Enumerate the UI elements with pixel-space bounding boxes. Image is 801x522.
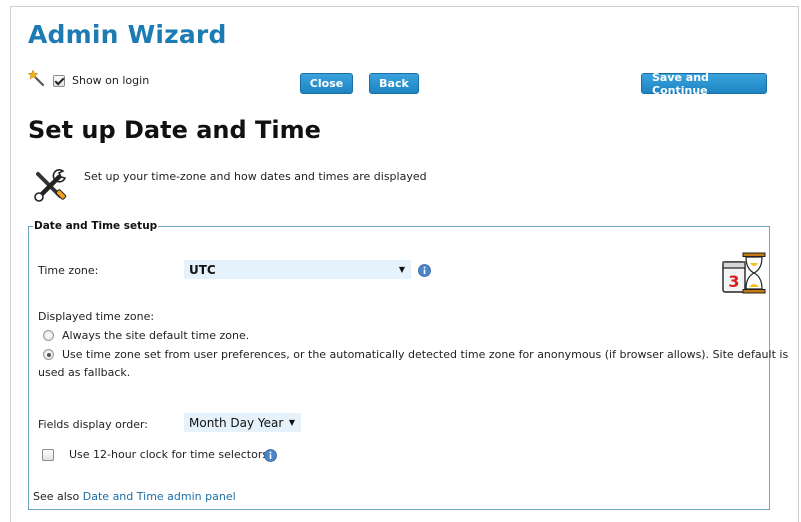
page-description: Set up your time-zone and how dates and … bbox=[84, 170, 427, 183]
clock-12h-label: Use 12-hour clock for time selectors bbox=[69, 448, 269, 461]
save-continue-button[interactable]: Save and Continue bbox=[641, 71, 767, 97]
info-icon[interactable] bbox=[264, 449, 277, 462]
see-also-prefix: See also bbox=[33, 490, 80, 503]
radio-user-pref-label-cont: used as fallback. bbox=[38, 366, 131, 379]
chevron-down-icon: ▼ bbox=[288, 418, 295, 427]
displayed-tz-label: Displayed time zone: bbox=[38, 310, 155, 323]
see-also: See also Date and Time admin panel bbox=[33, 490, 236, 503]
show-on-login[interactable]: Show on login bbox=[53, 74, 149, 87]
show-on-login-label: Show on login bbox=[72, 74, 150, 87]
timezone-value: UTC bbox=[189, 262, 216, 277]
clock-12h[interactable]: Use 12-hour clock for time selectors bbox=[42, 448, 268, 461]
wrench-screwdriver-icon bbox=[34, 169, 67, 202]
clock-12h-checkbox[interactable] bbox=[42, 448, 54, 461]
back-button[interactable]: Back bbox=[369, 73, 419, 94]
radio-site-default-button[interactable] bbox=[43, 330, 54, 341]
timezone-select[interactable]: UTC ▼ bbox=[184, 260, 411, 279]
fields-order-label: Fields display order: bbox=[38, 418, 149, 431]
page-title: Set up Date and Time bbox=[28, 116, 321, 144]
radio-user-pref-label: Use time zone set from user preferences,… bbox=[62, 348, 789, 361]
fields-order-value: Month Day Year bbox=[189, 415, 284, 430]
radio-site-default-label: Always the site default time zone. bbox=[62, 329, 250, 342]
calendar-day: 3 bbox=[728, 272, 739, 291]
magic-wand-icon bbox=[28, 70, 45, 87]
timezone-label: Time zone: bbox=[38, 264, 99, 277]
info-icon[interactable] bbox=[418, 264, 431, 277]
fieldset-legend: Date and Time setup bbox=[34, 220, 158, 232]
date-time-admin-link[interactable]: Date and Time admin panel bbox=[83, 490, 236, 503]
radio-user-pref[interactable]: Use time zone set from user preferences,… bbox=[43, 348, 788, 361]
show-on-login-checkbox[interactable] bbox=[53, 74, 65, 87]
fields-order-select[interactable]: Month Day Year ▼ bbox=[184, 413, 301, 432]
radio-site-default[interactable]: Always the site default time zone. bbox=[43, 329, 249, 342]
chevron-down-icon: ▼ bbox=[398, 265, 405, 274]
wizard-title: Admin Wizard bbox=[28, 20, 227, 49]
radio-user-pref-button[interactable] bbox=[43, 349, 54, 360]
close-button[interactable]: Close bbox=[300, 73, 353, 94]
calendar-hourglass-icon: 3 bbox=[722, 252, 766, 294]
